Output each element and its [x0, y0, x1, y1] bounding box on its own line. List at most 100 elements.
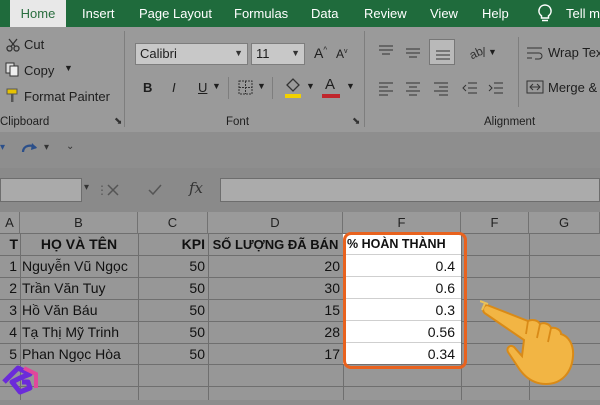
- borders-dropdown-chevron-icon[interactable]: ▼: [257, 81, 266, 91]
- align-top-icon[interactable]: [378, 44, 394, 65]
- tab-view[interactable]: View: [430, 0, 458, 27]
- clipboard-group-label: Clipboard: [0, 116, 50, 128]
- column-header-d[interactable]: D: [208, 212, 343, 234]
- cell-stt[interactable]: 4: [0, 322, 20, 343]
- borders-icon[interactable]: [238, 80, 253, 100]
- font-name-value: Calibri: [140, 46, 177, 61]
- bold-button[interactable]: B: [143, 80, 152, 95]
- tab-home[interactable]: Home: [10, 0, 66, 27]
- ribbon-tab-bar: Home Insert Page Layout Formulas Data Re…: [0, 0, 600, 27]
- redo-dropdown-chevron-icon[interactable]: ▾: [44, 142, 49, 153]
- align-left-icon[interactable]: [378, 80, 394, 101]
- align-right-icon[interactable]: [433, 80, 449, 101]
- brand-logo: [0, 364, 40, 405]
- cell-kpi[interactable]: 50: [138, 300, 208, 321]
- format-painter-icon[interactable]: [5, 88, 20, 108]
- column-header-b[interactable]: B: [20, 212, 138, 234]
- fill-color-swatch: [285, 94, 301, 98]
- cell-kpi[interactable]: 50: [138, 344, 208, 365]
- header-kpi[interactable]: KPI: [138, 234, 208, 255]
- merge-center-icon[interactable]: [526, 79, 544, 100]
- column-header-a[interactable]: A: [0, 212, 20, 234]
- merge-center-button[interactable]: Merge &: [548, 80, 597, 95]
- tab-formulas[interactable]: Formulas: [234, 0, 288, 27]
- align-middle-icon[interactable]: [405, 44, 421, 65]
- orientation-icon[interactable]: ab: [467, 44, 488, 65]
- align-center-icon[interactable]: [405, 80, 421, 101]
- undo-dropdown-chevron-icon[interactable]: ▾: [0, 142, 5, 153]
- cell-stt[interactable]: 3: [0, 300, 20, 321]
- cell-stt[interactable]: 1: [0, 256, 20, 277]
- cell-sold[interactable]: 17: [208, 344, 343, 365]
- confirm-entry-icon[interactable]: [147, 183, 163, 202]
- cell-name[interactable]: Nguyễn Vũ Ngọc: [22, 256, 138, 277]
- column-header-e[interactable]: F: [343, 212, 461, 234]
- fill-color-dropdown-chevron-icon[interactable]: ▼: [306, 81, 315, 91]
- ribbon-group-divider: [364, 31, 365, 127]
- format-painter-button[interactable]: Format Painter: [24, 89, 110, 104]
- clipboard-dialog-launcher-icon[interactable]: ⬊: [114, 116, 122, 127]
- ribbon-divider: [518, 37, 519, 107]
- scissors-icon[interactable]: [6, 38, 20, 57]
- cell-sold[interactable]: 20: [208, 256, 343, 277]
- fill-color-bucket-icon[interactable]: [284, 77, 302, 104]
- cell-name[interactable]: Trần Văn Tuy: [22, 278, 138, 299]
- column-header-row: A B C D F F G: [0, 212, 600, 234]
- formula-input[interactable]: [220, 178, 600, 202]
- tab-data[interactable]: Data: [311, 0, 338, 27]
- tab-review[interactable]: Review: [364, 0, 407, 27]
- name-box[interactable]: [0, 178, 82, 202]
- cell-kpi[interactable]: 50: [138, 322, 208, 343]
- cell-name[interactable]: Tạ Thị Mỹ Trinh: [22, 322, 138, 343]
- orientation-dropdown-chevron-icon[interactable]: ▼: [488, 47, 497, 57]
- cut-button[interactable]: Cut: [24, 37, 44, 52]
- header-stt[interactable]: T: [0, 234, 20, 255]
- underline-dropdown-chevron-icon[interactable]: ▼: [212, 81, 221, 91]
- cell-sold[interactable]: 28: [208, 322, 343, 343]
- decrease-indent-icon[interactable]: [462, 80, 478, 101]
- copy-icon[interactable]: [5, 62, 20, 82]
- increase-font-size-button[interactable]: A^: [314, 45, 327, 61]
- column-header-g[interactable]: G: [529, 212, 600, 234]
- font-color-button[interactable]: A: [322, 75, 340, 99]
- header-name[interactable]: HỌ VÀ TÊN: [20, 234, 138, 255]
- copy-button[interactable]: Copy: [24, 63, 54, 78]
- cell-sold[interactable]: 15: [208, 300, 343, 321]
- shrink-font-icon: A: [336, 47, 345, 61]
- cell-sold[interactable]: 30: [208, 278, 343, 299]
- increase-indent-icon[interactable]: [488, 80, 504, 101]
- tab-insert[interactable]: Insert: [82, 0, 115, 27]
- cell-kpi[interactable]: 50: [138, 278, 208, 299]
- cancel-entry-icon[interactable]: [106, 183, 120, 202]
- cell-stt[interactable]: 2: [0, 278, 20, 299]
- wrap-text-button[interactable]: Wrap Tex: [548, 45, 600, 60]
- font-color-dropdown-chevron-icon[interactable]: ▼: [346, 81, 355, 91]
- ribbon-divider: [272, 77, 273, 99]
- redo-icon[interactable]: [20, 140, 40, 161]
- tell-me-search[interactable]: Tell m: [566, 0, 600, 27]
- decrease-font-size-button[interactable]: Av: [336, 47, 348, 61]
- cell-stt[interactable]: 5: [0, 344, 20, 365]
- insert-function-button[interactable]: fx: [189, 179, 203, 197]
- italic-button[interactable]: I: [172, 80, 176, 95]
- header-sold[interactable]: SỐ LƯỢNG ĐÃ BÁN: [208, 234, 343, 255]
- copy-dropdown-chevron-icon[interactable]: ▼: [64, 63, 73, 73]
- customize-toolbar-chevron-icon[interactable]: ⌄: [66, 141, 74, 152]
- cell-name[interactable]: Phan Ngọc Hòa: [22, 344, 138, 365]
- name-box-chevron-icon[interactable]: ▾: [84, 182, 89, 193]
- column-header-c[interactable]: C: [138, 212, 208, 234]
- font-size-dropdown[interactable]: 11 ▼: [251, 43, 305, 65]
- underline-button[interactable]: U: [198, 80, 207, 95]
- font-dialog-launcher-icon[interactable]: ⬊: [352, 116, 360, 127]
- cell-name[interactable]: Hồ Văn Báu: [22, 300, 138, 321]
- formula-bar-grip-icon: ⋮: [96, 183, 108, 197]
- cell-kpi[interactable]: 50: [138, 256, 208, 277]
- wrap-text-icon[interactable]: [526, 45, 544, 66]
- align-bottom-button[interactable]: [429, 39, 455, 65]
- font-name-dropdown[interactable]: Calibri ▼: [135, 43, 248, 65]
- align-bottom-icon: [436, 50, 450, 60]
- lightbulb-icon[interactable]: [538, 4, 552, 28]
- column-header-f[interactable]: F: [461, 212, 529, 234]
- tab-page-layout[interactable]: Page Layout: [139, 0, 212, 27]
- tab-help[interactable]: Help: [482, 0, 509, 27]
